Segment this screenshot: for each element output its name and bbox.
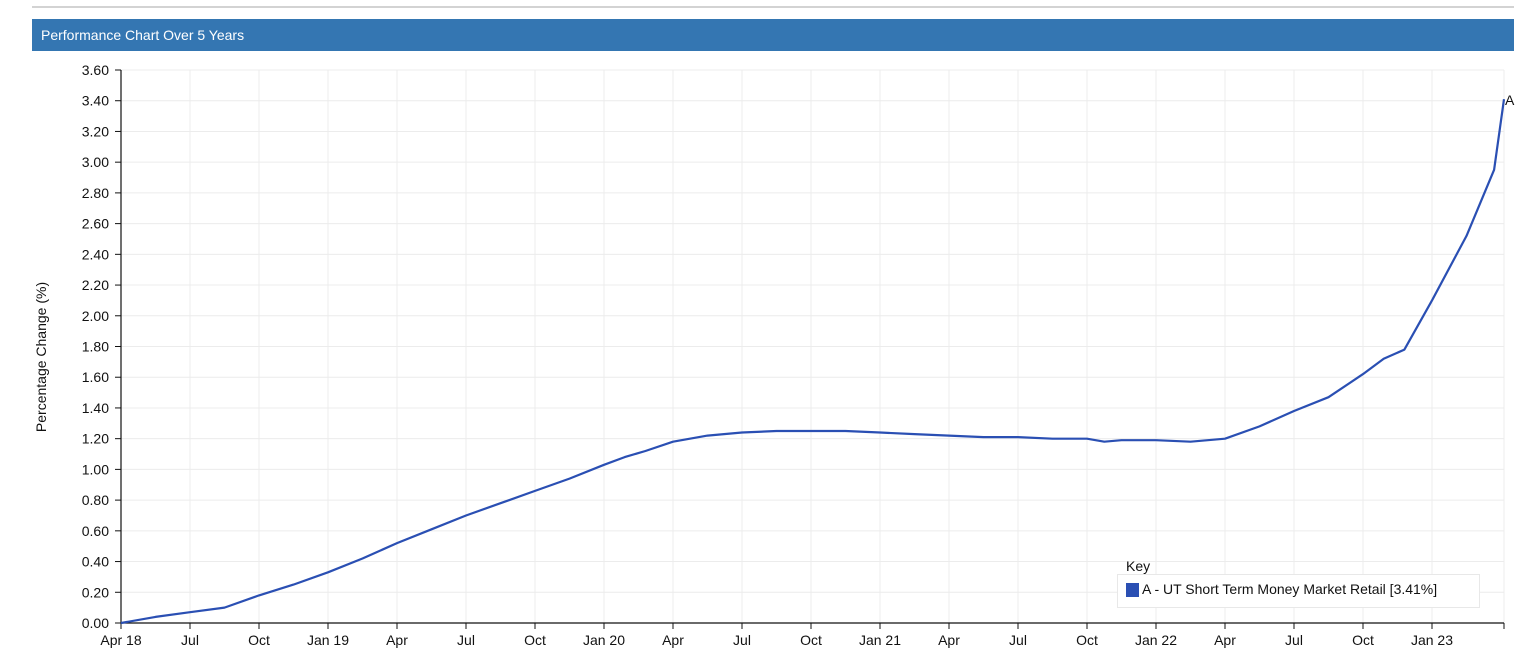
y-tick-label: 2.60: [82, 216, 109, 232]
grid-lines: [121, 69, 1505, 624]
x-tick-label: Apr: [938, 632, 960, 648]
series-end-label: A: [1505, 92, 1515, 108]
x-tick-label: Oct: [524, 632, 546, 648]
y-tick-label: 2.00: [82, 308, 109, 324]
x-tick-label: Oct: [248, 632, 270, 648]
x-tick-label: Jul: [733, 632, 751, 648]
performance-chart: 0.00 0.20 0.40 0.60 0.80 1.00 1.20 1.40 1.60 1.80…: [33, 62, 1515, 648]
x-tick-label: Jan 23: [1411, 632, 1453, 648]
x-tick-label: Jul: [181, 632, 199, 648]
x-tick-label: Jan 22: [1135, 632, 1177, 648]
x-tick-label: Jul: [1285, 632, 1303, 648]
x-tick-label: Apr: [386, 632, 408, 648]
y-tick-label: 3.00: [82, 154, 109, 170]
y-tick-label: 1.80: [82, 339, 109, 355]
y-tick-label: 0.40: [82, 554, 109, 570]
x-tick-label: Jul: [457, 632, 475, 648]
x-tick-label: Apr: [1214, 632, 1236, 648]
x-tick-label: Jan 21: [859, 632, 901, 648]
y-tick-label: 1.60: [82, 369, 109, 385]
series-group: A: [120, 92, 1515, 625]
y-axis: 0.00 0.20 0.40 0.60 0.80 1.00 1.20 1.40 1.60 1.80…: [82, 62, 122, 631]
y-tick-label: 2.20: [82, 277, 109, 293]
x-tick-label: Apr 18: [100, 632, 141, 648]
y-tick-label: 0.20: [82, 584, 109, 600]
x-tick-label: Oct: [1076, 632, 1098, 648]
x-tick-label: Jan 19: [307, 632, 349, 648]
y-tick-label: 1.20: [82, 431, 109, 447]
x-tick-label: Apr: [662, 632, 684, 648]
legend-swatch: [1126, 583, 1139, 597]
y-tick-label: 3.60: [82, 62, 109, 78]
x-tick-label: Jul: [1009, 632, 1027, 648]
legend-item[interactable]: A - UT Short Term Money Market Retail [3…: [1117, 574, 1480, 608]
y-tick-label: 0.60: [82, 523, 109, 539]
y-tick-label: 0.80: [82, 492, 109, 508]
x-tick-label: Jan 20: [583, 632, 625, 648]
x-tick-label: Oct: [800, 632, 822, 648]
y-tick-label: 1.00: [82, 461, 109, 477]
y-tick-label: 3.20: [82, 123, 109, 139]
y-tick-label: 2.40: [82, 246, 109, 262]
y-tick-label: 2.80: [82, 185, 109, 201]
y-tick-label: 3.40: [82, 93, 109, 109]
y-tick-label: 1.40: [82, 400, 109, 416]
y-tick-label: 0.00: [82, 615, 109, 631]
y-axis-title: Percentage Change (%): [33, 282, 49, 432]
legend-label: A - UT Short Term Money Market Retail [3…: [1142, 581, 1438, 597]
legend-title: Key: [1126, 558, 1151, 574]
x-tick-label: Oct: [1352, 632, 1374, 648]
x-axis: Apr 18 Jul Oct Jan 19 Apr Jul Oct Jan 20 Apr Jul O…: [100, 622, 1505, 648]
